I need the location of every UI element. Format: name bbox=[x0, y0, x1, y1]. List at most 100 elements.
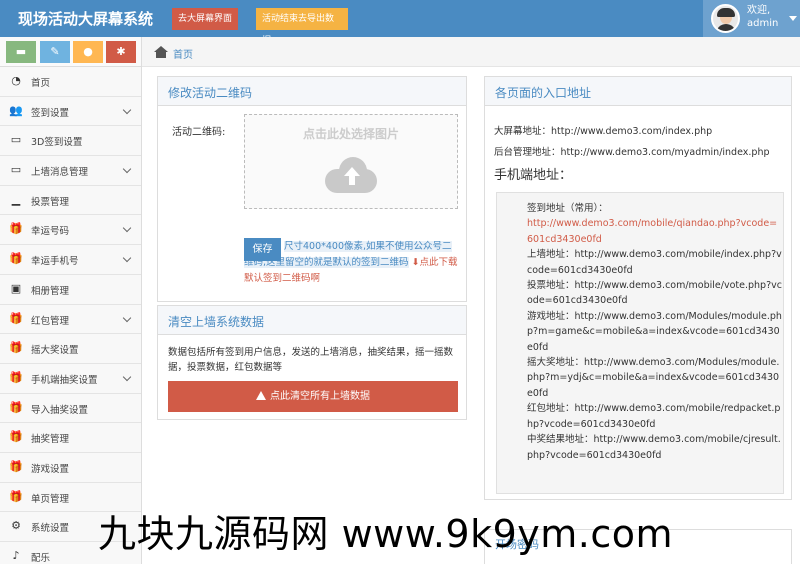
address-line: 中奖结果地址：http://www.demo3.com/mobile/cjres… bbox=[527, 434, 781, 461]
sidebar-item[interactable]: 🎁 幸运手机号 bbox=[0, 245, 141, 275]
mobile-address-box: 签到地址（常用）： http://www.demo3.com/mobile/qia… bbox=[496, 192, 784, 494]
welcome-text: 欢迎, admin bbox=[747, 4, 778, 30]
clear-panel-title: 清空上墙系统数据 bbox=[158, 306, 466, 335]
sidebar-item[interactable]: 👥 签到设置 bbox=[0, 96, 141, 127]
sidebar-item[interactable]: 🎁 红包管理 bbox=[0, 304, 141, 335]
clear-button-label: 点此清空所有上墙数据 bbox=[270, 391, 370, 402]
sidebar-item-label: 幸运号码 bbox=[31, 226, 70, 238]
mobile-address-list: 签到地址（常用）： http://www.demo3.com/mobile/qia… bbox=[527, 201, 782, 463]
chevron-down-icon bbox=[122, 105, 132, 114]
welcome-label: 欢迎, bbox=[747, 5, 771, 16]
sidebar-item[interactable]: 🎁 手机端抽奖设置 bbox=[0, 363, 141, 394]
desktop-icon: ▭ bbox=[10, 133, 22, 147]
gift-icon: 🎁 bbox=[9, 400, 23, 414]
users-icon: 👥 bbox=[9, 103, 23, 117]
sidebar-item[interactable]: ▁ 投票管理 bbox=[0, 185, 141, 216]
sidebar-item[interactable]: 🎁 抽奖管理 bbox=[0, 423, 141, 453]
sidebar-item-label: 导入抽奖设置 bbox=[31, 404, 89, 416]
export-data-button[interactable]: 活动结束去导出数据 bbox=[256, 8, 348, 46]
sidebar-item-label: 上墙消息管理 bbox=[31, 167, 89, 179]
gift-icon: 🎁 bbox=[9, 222, 23, 236]
address-line: 摇大奖地址：http://www.demo3.com/Modules/modul… bbox=[527, 357, 780, 399]
address-line: 签到地址（常用）： bbox=[527, 203, 608, 214]
cloud-upload-icon bbox=[325, 157, 377, 193]
avatar bbox=[711, 4, 740, 33]
sidebar-item-label: 配乐 bbox=[31, 553, 51, 564]
sidebar-item[interactable]: ▭ 上墙消息管理 bbox=[0, 156, 141, 186]
qr-panel-title: 修改活动二维码 bbox=[158, 77, 466, 106]
chevron-down-icon bbox=[122, 224, 132, 233]
main-content: 修改活动二维码 活动二维码: 点击此处选择图片 尺寸400*400像素,如果不使… bbox=[142, 67, 800, 564]
gift-icon: 🎁 bbox=[9, 489, 23, 503]
sidebar-item[interactable]: ◔ 首页 bbox=[0, 67, 141, 97]
sidebar-item-label: 红包管理 bbox=[31, 315, 70, 327]
sidebar-item-label: 抽奖管理 bbox=[31, 434, 70, 446]
sidebar-item[interactable]: 🎁 幸运号码 bbox=[0, 215, 141, 246]
sidebar-item-label: 手机端抽奖设置 bbox=[31, 374, 98, 386]
gift-icon: 🎁 bbox=[9, 459, 23, 473]
address-line: 上墙地址：http://www.demo3.com/mobile/index.p… bbox=[527, 249, 782, 276]
top-navbar: 现场活动大屏幕系统 去大屏幕界面 活动结束去导出数据 欢迎, admin bbox=[0, 0, 800, 46]
clear-all-data-button[interactable]: 点此清空所有上墙数据 bbox=[168, 381, 458, 412]
address-line: 投票地址：http://www.demo3.com/mobile/vote.ph… bbox=[527, 280, 782, 307]
clear-data-panel: 清空上墙系统数据 数据包括所有签到用户信息，发送的上墙消息，抽奖结果，摇一摇数据… bbox=[157, 305, 467, 420]
home-icon bbox=[154, 46, 168, 58]
address-line: 游戏地址：http://www.demo3.com/Modules/module… bbox=[527, 310, 782, 353]
sidebar-item-label: 幸运手机号 bbox=[31, 256, 79, 268]
chevron-down-icon bbox=[122, 253, 132, 263]
qr-field-label: 活动二维码: bbox=[172, 127, 226, 138]
picture-icon: ▣ bbox=[10, 281, 22, 295]
sidebar-item[interactable]: 🎁 游戏设置 bbox=[0, 452, 141, 483]
sidebar-item[interactable]: 🎁 摇大奖设置 bbox=[0, 334, 141, 364]
signal-icon: ▁ bbox=[11, 192, 21, 206]
username: admin bbox=[747, 18, 779, 29]
sidebar-item-label: 相册管理 bbox=[31, 285, 70, 297]
admin-address: 后台管理地址：http://www.demo3.com/myadmin/inde… bbox=[494, 147, 770, 158]
watermark-text: 九块九源码网 www.9k9ym.com bbox=[98, 512, 674, 556]
sidebar-item-label: 摇大奖设置 bbox=[31, 345, 79, 357]
save-button[interactable]: 保存 bbox=[244, 238, 281, 261]
user-menu[interactable]: 欢迎, admin bbox=[703, 0, 800, 37]
chevron-down-icon bbox=[122, 164, 132, 174]
sidebar-item-label: 投票管理 bbox=[31, 196, 70, 208]
sidebar-item[interactable]: ▣ 相册管理 bbox=[0, 274, 141, 305]
big-screen-button[interactable]: 去大屏幕界面 bbox=[172, 8, 238, 30]
checkin-url-link[interactable]: http://www.demo3.com/mobile/qiandao.php?… bbox=[527, 216, 782, 247]
comment-shortcut-button[interactable]: ▬ bbox=[6, 41, 36, 63]
gear-icon: ⚙ bbox=[11, 519, 21, 533]
sidebar-item-label: 系统设置 bbox=[31, 523, 70, 535]
qr-code-panel: 修改活动二维码 活动二维码: 点击此处选择图片 尺寸400*400像素,如果不使… bbox=[157, 76, 467, 302]
music-icon: ♪ bbox=[12, 549, 20, 562]
clear-description: 数据包括所有签到用户信息，发送的上墙消息，抽奖结果，摇一摇数据，投票数据，红包数… bbox=[168, 347, 454, 373]
gift-icon: 🎁 bbox=[9, 341, 23, 355]
gift-icon: 🎁 bbox=[9, 311, 23, 325]
sidebar-item-label: 游戏设置 bbox=[31, 463, 70, 475]
sidebar-item[interactable]: ▭ 3D签到设置 bbox=[0, 126, 141, 157]
image-upload-area[interactable]: 点击此处选择图片 bbox=[244, 114, 458, 209]
sidebar-item-label: 单页管理 bbox=[31, 493, 70, 505]
address-line: 红包地址：http://www.demo3.com/mobile/redpack… bbox=[527, 403, 781, 430]
caret-down-icon bbox=[789, 16, 797, 21]
app-title: 现场活动大屏幕系统 bbox=[18, 10, 154, 28]
warning-icon bbox=[256, 391, 266, 400]
sidebar-item[interactable]: 🎁 导入抽奖设置 bbox=[0, 393, 141, 424]
sidebar-item-label: 3D签到设置 bbox=[31, 137, 83, 149]
big-screen-address: 大屏幕地址：http://www.demo3.com/index.php bbox=[494, 126, 713, 137]
upload-prompt: 点击此处选择图片 bbox=[302, 127, 399, 141]
mobile-address-title: 手机端地址： bbox=[494, 168, 573, 183]
cogs-shortcut-button[interactable]: ✱ bbox=[106, 41, 136, 63]
sidebar-menu: ◔ 首页 👥 签到设置 ▭ 3D签到设置 ▭ 上墙消息管理 ▁ 投票管理 🎁 幸运号码 🎁 幸运手机号 ▣ 相… bbox=[0, 67, 141, 564]
users-shortcut-button[interactable]: ● bbox=[73, 41, 103, 63]
gift-icon: 🎁 bbox=[9, 370, 23, 384]
entry-address-panel: 各页面的入口地址 大屏幕地址：http://www.demo3.com/inde… bbox=[484, 76, 792, 500]
sidebar-item-label: 签到设置 bbox=[31, 107, 70, 119]
shortcut-bar: ▬ ✎ ● ✱ bbox=[0, 37, 141, 67]
chevron-down-icon bbox=[122, 313, 132, 322]
gift-icon: 🎁 bbox=[9, 430, 23, 444]
breadcrumb: 首页 bbox=[142, 37, 800, 67]
breadcrumb-home-link[interactable]: 首页 bbox=[173, 46, 193, 61]
pencil-shortcut-button[interactable]: ✎ bbox=[40, 41, 70, 63]
address-panel-title: 各页面的入口地址 bbox=[485, 77, 791, 106]
chevron-down-icon bbox=[122, 372, 132, 382]
gift-icon: 🎁 bbox=[9, 252, 23, 266]
